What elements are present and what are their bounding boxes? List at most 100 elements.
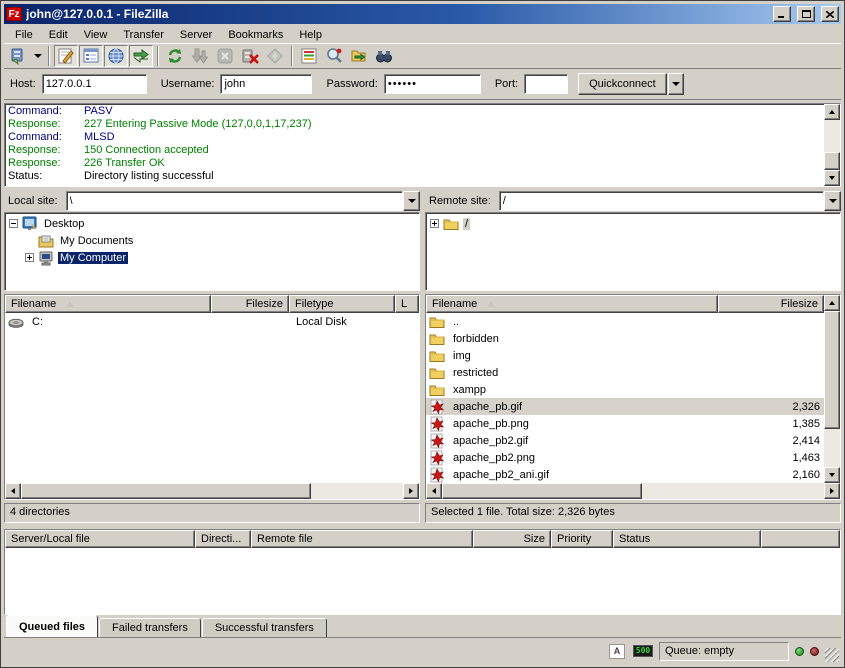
- minimize-button[interactable]: [773, 6, 791, 22]
- scrollbar-thumb[interactable]: [824, 311, 840, 429]
- tab-failed-transfers[interactable]: Failed transfers: [99, 618, 201, 637]
- scroll-left-icon[interactable]: [5, 483, 21, 499]
- file-name: forbidden: [449, 333, 718, 345]
- menu-server[interactable]: Server: [173, 27, 219, 43]
- local-site-input[interactable]: [66, 191, 403, 211]
- menu-file[interactable]: File: [8, 27, 40, 43]
- remote-site-dropdown-icon[interactable]: [824, 191, 841, 211]
- expand-icon[interactable]: [430, 219, 439, 228]
- quickconnect-bar: Host: Username: Password: Port: Quickcon…: [4, 69, 841, 100]
- file-row[interactable]: xampp: [426, 381, 824, 398]
- file-row[interactable]: apache_pb.png1,385: [426, 415, 824, 432]
- remote-vertical-scrollbar[interactable]: [824, 295, 840, 483]
- column-header-direction[interactable]: Directi...: [195, 530, 251, 548]
- column-header-filesize[interactable]: Filesize: [718, 295, 824, 313]
- menu-view[interactable]: View: [77, 27, 115, 43]
- filter-icon[interactable]: [297, 45, 321, 67]
- tree-item-my-computer[interactable]: My Computer: [7, 249, 419, 266]
- speed-limit-icon[interactable]: 500: [633, 645, 653, 657]
- toggle-remote-tree-icon[interactable]: [104, 45, 128, 67]
- column-header-filetype[interactable]: Filetype: [289, 295, 395, 313]
- scrollbar-thumb[interactable]: [21, 483, 311, 499]
- log-lines: Command:PASV Response:227 Entering Passi…: [5, 104, 824, 186]
- scroll-left-icon[interactable]: [426, 483, 442, 499]
- file-row-c-drive[interactable]: C: Local Disk: [5, 313, 419, 330]
- resize-grip[interactable]: [825, 648, 839, 662]
- queue-body[interactable]: [5, 548, 840, 614]
- file-row[interactable]: restricted: [426, 364, 824, 381]
- scroll-down-icon[interactable]: [824, 467, 840, 483]
- file-row[interactable]: ..: [426, 313, 824, 330]
- local-site-label: Local site:: [4, 195, 62, 207]
- process-queue-icon[interactable]: [188, 45, 212, 67]
- column-header-filename[interactable]: Filename: [5, 295, 211, 313]
- column-header-lastmodified[interactable]: L: [395, 295, 419, 313]
- scroll-right-icon[interactable]: [824, 483, 840, 499]
- username-input[interactable]: [220, 74, 312, 94]
- toolbar-separator: [157, 46, 159, 66]
- expand-icon[interactable]: [25, 253, 34, 262]
- tree-item-root[interactable]: /: [428, 215, 840, 232]
- column-header-local-file[interactable]: Server/Local file: [5, 530, 195, 548]
- file-search-icon[interactable]: [322, 45, 346, 67]
- scroll-down-icon[interactable]: [824, 170, 840, 186]
- disconnect-icon[interactable]: [238, 45, 262, 67]
- toggle-local-tree-icon[interactable]: [79, 45, 103, 67]
- password-input[interactable]: [384, 74, 481, 94]
- remote-horizontal-scrollbar[interactable]: [426, 483, 840, 499]
- maximize-button[interactable]: [797, 6, 815, 22]
- column-header-filename[interactable]: Filename: [426, 295, 718, 313]
- log-label: Status:: [8, 170, 84, 183]
- refresh-icon[interactable]: [163, 45, 187, 67]
- tab-queued-files[interactable]: Queued files: [6, 615, 98, 637]
- file-row[interactable]: apache_pb2.gif2,414: [426, 432, 824, 449]
- data-type-icon[interactable]: A: [609, 644, 625, 659]
- file-row[interactable]: forbidden: [426, 330, 824, 347]
- toggle-queue-icon[interactable]: [129, 45, 153, 67]
- scrollbar-thumb[interactable]: [824, 152, 840, 170]
- column-header-filesize[interactable]: Filesize: [211, 295, 289, 313]
- menu-edit[interactable]: Edit: [42, 27, 75, 43]
- cancel-icon[interactable]: [213, 45, 237, 67]
- column-header-priority[interactable]: Priority: [551, 530, 613, 548]
- compare-icon[interactable]: [372, 45, 396, 67]
- local-site-dropdown-icon[interactable]: [403, 191, 420, 211]
- quickconnect-button[interactable]: Quickconnect: [578, 73, 667, 95]
- file-row[interactable]: apache_pb.gif2,326: [426, 398, 824, 415]
- image-file-icon: [429, 416, 445, 432]
- scrollbar-thumb[interactable]: [442, 483, 642, 499]
- host-input[interactable]: [42, 74, 147, 94]
- tree-item-my-documents[interactable]: My Documents: [7, 232, 419, 249]
- scroll-up-icon[interactable]: [824, 295, 840, 311]
- scroll-up-icon[interactable]: [824, 104, 840, 120]
- site-manager-dropdown-icon[interactable]: [31, 45, 44, 67]
- reconnect-icon[interactable]: [263, 45, 287, 67]
- toggle-log-icon[interactable]: [54, 45, 78, 67]
- quickconnect-dropdown-icon[interactable]: [668, 73, 684, 95]
- file-name: restricted: [449, 367, 718, 379]
- title-bar[interactable]: Fz john@127.0.0.1 - FileZilla: [4, 4, 841, 24]
- menu-help[interactable]: Help: [292, 27, 329, 43]
- column-header-status[interactable]: Status: [613, 530, 761, 548]
- close-button[interactable]: [821, 6, 839, 22]
- local-site-combo[interactable]: [66, 191, 420, 211]
- log-vertical-scrollbar[interactable]: [824, 104, 840, 186]
- file-row[interactable]: img: [426, 347, 824, 364]
- remote-site-combo[interactable]: [499, 191, 841, 211]
- collapse-icon[interactable]: [9, 219, 18, 228]
- local-horizontal-scrollbar[interactable]: [5, 483, 419, 499]
- sort-ascending-icon: [66, 302, 74, 307]
- sync-browsing-icon[interactable]: [347, 45, 371, 67]
- column-header-remote-file[interactable]: Remote file: [251, 530, 473, 548]
- tree-item-desktop[interactable]: Desktop: [7, 215, 419, 232]
- tab-successful-transfers[interactable]: Successful transfers: [202, 618, 327, 637]
- file-row[interactable]: apache_pb2_ani.gif2,160: [426, 466, 824, 483]
- scroll-right-icon[interactable]: [403, 483, 419, 499]
- menu-transfer[interactable]: Transfer: [116, 27, 171, 43]
- file-row[interactable]: apache_pb2.png1,463: [426, 449, 824, 466]
- remote-site-input[interactable]: [499, 191, 824, 211]
- site-manager-icon[interactable]: [6, 45, 30, 67]
- column-header-size[interactable]: Size: [473, 530, 551, 548]
- port-input[interactable]: [524, 74, 568, 94]
- menu-bookmarks[interactable]: Bookmarks: [221, 27, 290, 43]
